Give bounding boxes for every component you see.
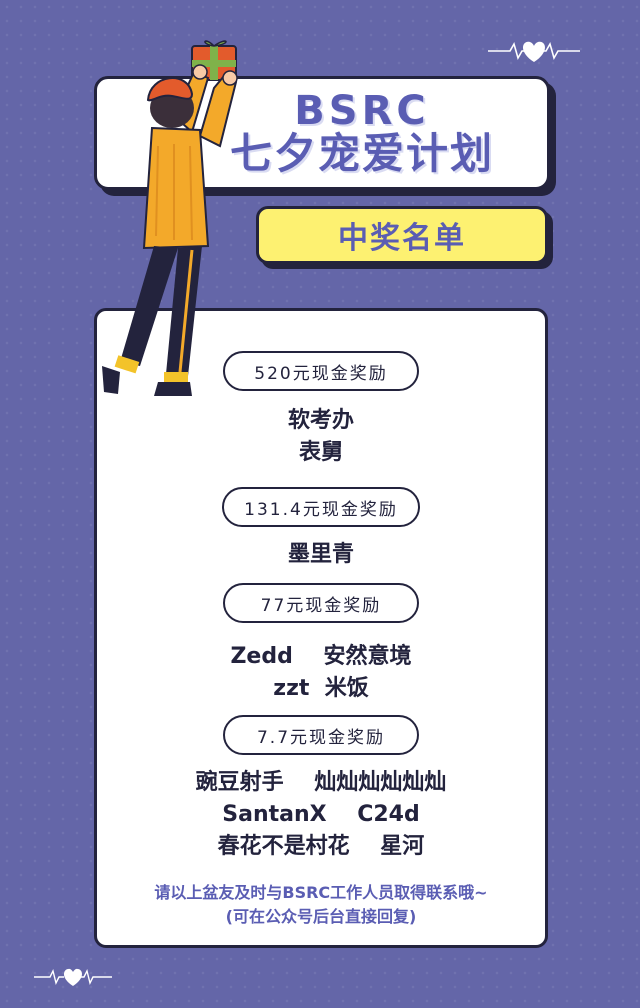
winner-name: 表舅: [298, 440, 343, 465]
prize-pill-131: 131.4元现金奖励: [222, 487, 420, 527]
prize-pill-77: 77元现金奖励: [223, 583, 419, 623]
winner-name: Zedd 安然意境: [230, 644, 412, 669]
contact-note-line2: (可在公众号后台直接回复): [225, 907, 417, 926]
winner-name: zzt 米饭: [273, 676, 369, 701]
winner-list-banner: 中奖名单: [256, 206, 548, 264]
winner-name: 豌豆射手 灿灿灿灿灿灿: [195, 770, 447, 795]
heartbeat-icon: [34, 968, 112, 986]
winners-77: Zedd 安然意境 zzt 米饭: [97, 641, 545, 705]
winner-name: SantanX C24d: [222, 802, 420, 827]
title-event: 七夕宠爱计划: [229, 128, 494, 178]
contact-note: 请以上盆友及时与BSRC工作人员取得联系哦~ (可在公众号后台直接回复): [97, 881, 545, 929]
winners-131: 墨里青: [97, 539, 545, 571]
winner-name: 软考办: [287, 408, 354, 433]
winner-name: 春花不是村花 星河: [217, 834, 425, 859]
contact-note-line1: 请以上盆友及时与BSRC工作人员取得联系哦~: [154, 883, 488, 902]
winners-520: 软考办 表舅: [97, 405, 545, 469]
winners-7: 豌豆射手 灿灿灿灿灿灿 SantanX C24d 春花不是村花 星河: [97, 767, 545, 863]
person-gift-illustration: [102, 40, 238, 396]
title-brand: BSRC: [294, 87, 430, 134]
winner-list-title: 中奖名单: [338, 221, 466, 256]
winner-name: 墨里青: [287, 542, 354, 567]
heartbeat-icon: [488, 41, 580, 62]
prize-pill-7: 7.7元现金奖励: [223, 715, 419, 755]
